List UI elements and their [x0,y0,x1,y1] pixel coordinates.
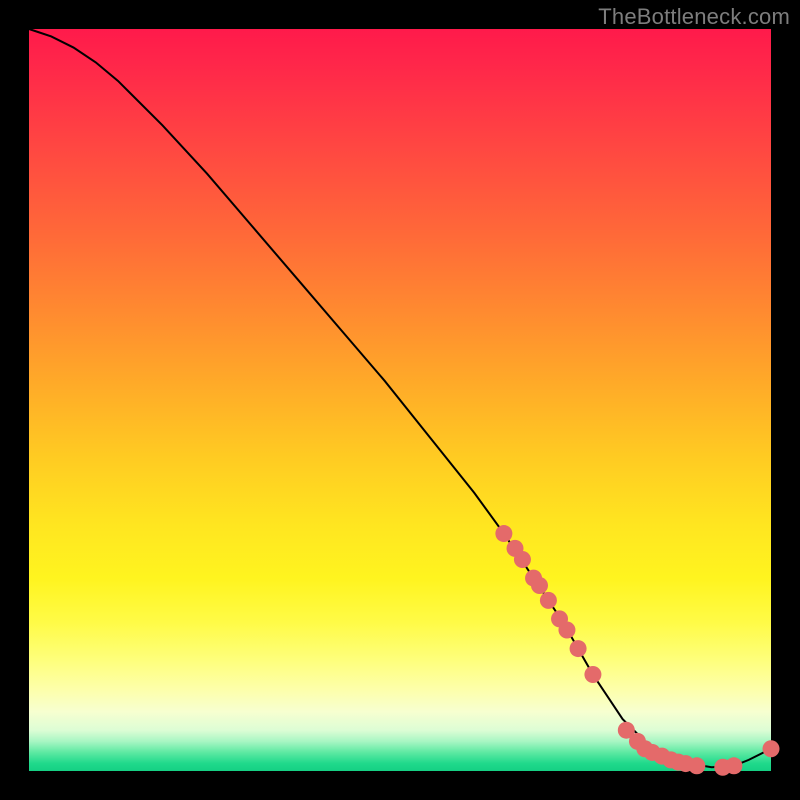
highlight-point [688,757,705,774]
highlight-point [540,592,557,609]
watermark-text: TheBottleneck.com [598,4,790,30]
highlight-point [570,640,587,657]
highlight-point [725,757,742,774]
highlight-markers [495,525,779,776]
bottleneck-curve-path [29,29,771,767]
highlight-point [763,740,780,757]
highlight-point [531,577,548,594]
chart-plot-area [29,29,771,771]
highlight-point [584,666,601,683]
chart-overlay [29,29,771,771]
highlight-point [558,622,575,639]
highlight-point [495,525,512,542]
highlight-point [514,551,531,568]
chart-frame: TheBottleneck.com [0,0,800,800]
